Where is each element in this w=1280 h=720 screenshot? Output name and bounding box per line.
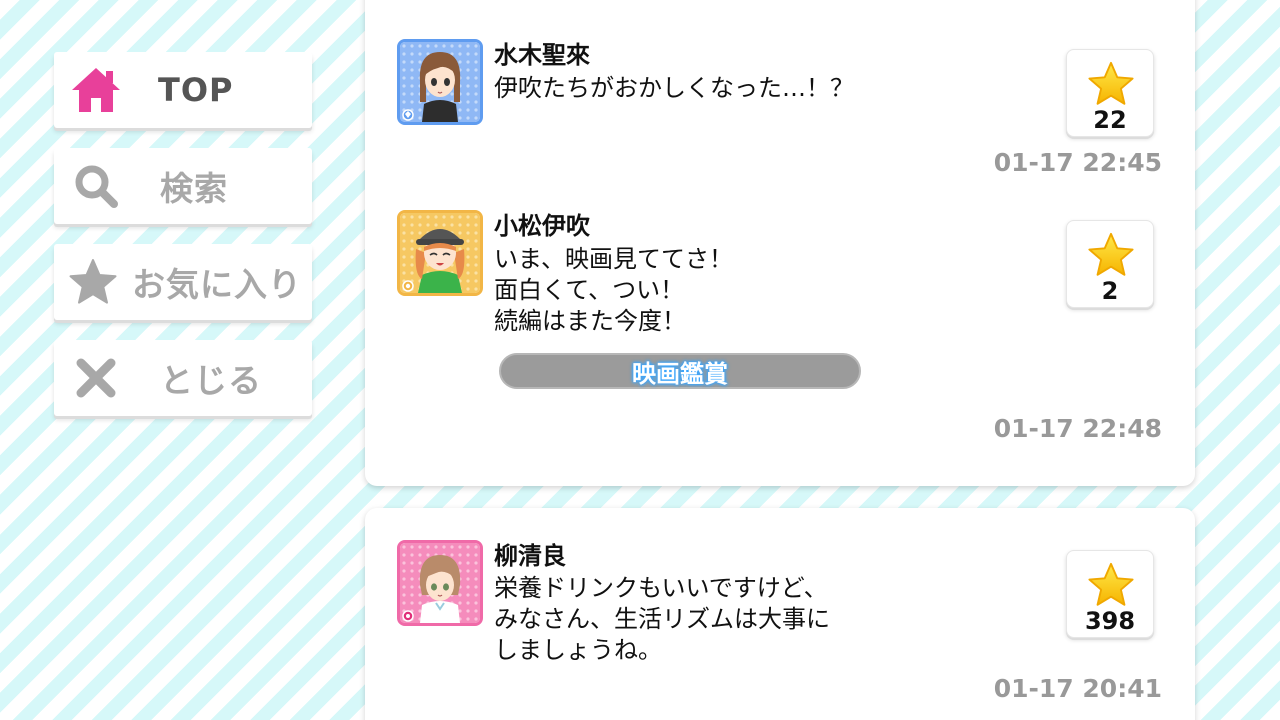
post-author: 水木聖來: [494, 41, 590, 69]
topic-tag[interactable]: 映画鑑賞: [499, 353, 861, 389]
nav-favorites-button[interactable]: お気に入り: [54, 244, 312, 320]
search-icon: [54, 163, 138, 209]
like-button[interactable]: 2: [1066, 220, 1154, 308]
post-card: 柳清良 栄養ドリンクもいいですけど、 みなさん、生活リズムは大事に しましょうね…: [365, 508, 1195, 720]
post-message-line: 続編はまた今度！: [494, 307, 686, 335]
nav-top-label: TOP: [158, 71, 234, 109]
nav-close-button[interactable]: とじる: [54, 340, 312, 416]
post-author: 小松伊吹: [494, 212, 590, 240]
topic-tag-label: 映画鑑賞: [632, 359, 728, 388]
star-icon: [1088, 61, 1134, 105]
star-icon: [1088, 562, 1134, 606]
post-message-line: 伊吹たちがおかしくなった…！？: [494, 74, 854, 102]
like-button[interactable]: 398: [1066, 550, 1154, 638]
like-count: 22: [1093, 106, 1127, 134]
star-icon: [1088, 232, 1134, 276]
avatar[interactable]: [397, 540, 483, 626]
post-message-line: いま、映画見ててさ！: [494, 245, 734, 273]
nav-favorites-label: お気に入り: [132, 265, 302, 304]
nav-close-label: とじる: [160, 361, 262, 400]
post-message-line: しましょうね。: [494, 636, 662, 664]
post-message: いま、映画見ててさ！ 面白くて、つい！ 続編はまた今度！: [494, 244, 733, 337]
avatar[interactable]: [397, 210, 483, 296]
like-count: 2: [1101, 277, 1119, 305]
post-message: 栄養ドリンクもいいですけど、 みなさん、生活リズムは大事に しましょうね。: [494, 573, 830, 666]
post-message-line: 面白くて、つい！: [494, 276, 685, 304]
post-message-line: みなさん、生活リズムは大事に: [494, 605, 830, 633]
post-timestamp: 01-17 22:45: [993, 148, 1162, 177]
post-timestamp: 01-17 20:41: [993, 674, 1162, 703]
nav-top-button[interactable]: TOP: [54, 52, 312, 128]
post-message: 伊吹たちがおかしくなった…！？: [494, 73, 854, 104]
nav-search-label: 検索: [160, 169, 228, 208]
post-timestamp: 01-17 22:48: [993, 414, 1162, 443]
like-button[interactable]: 22: [1066, 49, 1154, 137]
avatar[interactable]: [397, 39, 483, 125]
close-icon: [54, 357, 138, 399]
star-icon: [54, 258, 132, 306]
post-card: 水木聖來 伊吹たちがおかしくなった…！？ 22 01-17 22:45 小松伊吹…: [365, 0, 1195, 486]
home-icon: [54, 65, 138, 115]
post-author: 柳清良: [494, 542, 566, 570]
post-message-line: 栄養ドリンクもいいですけど、: [494, 574, 828, 602]
nav-search-button[interactable]: 検索: [54, 148, 312, 224]
like-count: 398: [1084, 607, 1136, 635]
